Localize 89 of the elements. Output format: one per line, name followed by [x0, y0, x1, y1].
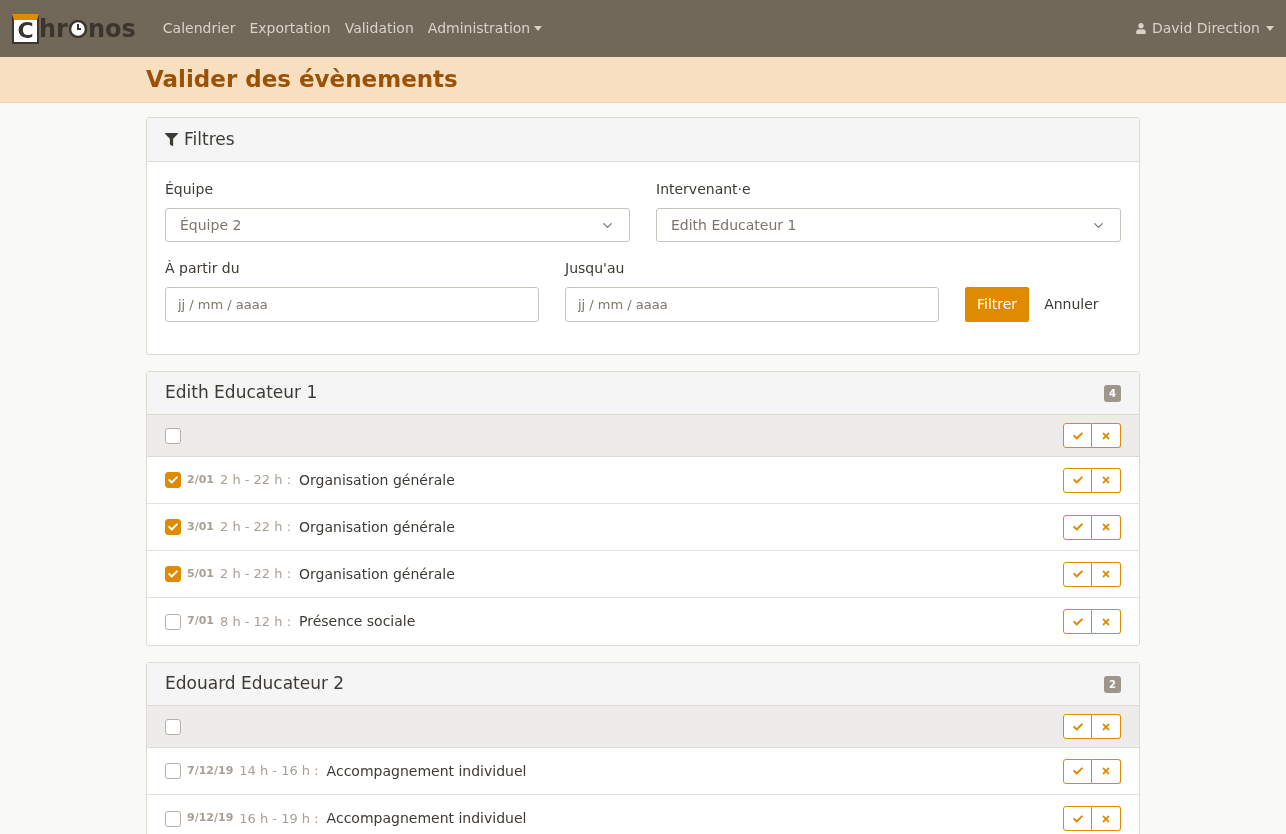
close-icon [1101, 721, 1111, 732]
validate-button[interactable] [1063, 514, 1092, 540]
field-label: Jusqu'au [565, 259, 626, 278]
check-icon [168, 569, 178, 579]
check-icon [1072, 616, 1083, 627]
validate-button[interactable] [1063, 467, 1092, 493]
caret-icon [1266, 26, 1274, 31]
close-icon [1101, 616, 1111, 627]
event-date: 3/01 [187, 518, 214, 535]
caret-icon [534, 26, 543, 31]
cancel-button[interactable]: Annuler [1044, 287, 1099, 322]
close-icon [1101, 522, 1111, 532]
reject-button[interactable] [1092, 758, 1121, 784]
field-label: Intervenant·e [656, 180, 752, 199]
date-field[interactable]: jj / mm / aaaa [165, 287, 539, 322]
check-icon [1072, 475, 1083, 485]
logo-text: nos [87, 16, 136, 41]
checkbox[interactable] [165, 810, 181, 827]
field-label: À partir du [165, 259, 241, 278]
event-title: Organisation générale [299, 564, 455, 584]
event-time: 2 h - 22 h : [220, 518, 291, 537]
clock-icon [68, 19, 87, 38]
event-time: 14 h - 16 h : [239, 762, 319, 781]
close-icon [1101, 766, 1111, 776]
close-icon [1101, 430, 1111, 441]
user-icon [1135, 23, 1146, 34]
event-title: Organisation générale [299, 470, 455, 490]
filter-button[interactable]: Filtrer [965, 287, 1030, 322]
close-icon [1101, 569, 1111, 579]
check-icon [1072, 430, 1083, 441]
event-title: Accompagnement individuel [326, 761, 527, 781]
checkbox[interactable] [165, 519, 181, 535]
close-icon [1101, 813, 1111, 824]
event-time: 8 h - 12 h : [220, 612, 291, 631]
validate-button[interactable] [1063, 806, 1092, 831]
group-name: Edouard Educateur 2 [165, 672, 345, 696]
nav-link[interactable]: Exportation [242, 18, 338, 39]
check-icon [1072, 569, 1083, 579]
reject-button[interactable] [1092, 467, 1121, 493]
validate-button[interactable] [1063, 609, 1092, 634]
page-title: Valider des évènements [146, 65, 458, 95]
reject-button[interactable] [1092, 514, 1121, 540]
reject-button[interactable] [1092, 609, 1121, 634]
check-icon [1072, 813, 1083, 824]
count-badge: 2 [1104, 675, 1121, 693]
checkbox[interactable] [165, 763, 181, 779]
close-icon [1101, 475, 1111, 485]
reject-button[interactable] [1092, 561, 1121, 587]
event-title: Présence sociale [299, 612, 416, 631]
card-title: Filtres [184, 127, 235, 151]
reject-button[interactable] [1092, 423, 1121, 448]
checkbox[interactable] [165, 566, 181, 582]
logo-letter: C [17, 19, 34, 42]
checkbox[interactable] [165, 613, 181, 630]
reject-button[interactable] [1092, 714, 1121, 739]
validate-button[interactable] [1063, 561, 1092, 587]
event-date: 7/01 [187, 613, 214, 630]
checkbox[interactable] [165, 718, 181, 735]
validate-button[interactable] [1063, 714, 1092, 739]
nav-link[interactable]: Validation [337, 18, 421, 39]
nav-link[interactable]: Calendrier [155, 18, 243, 39]
event-date: 7/12/19 [187, 762, 234, 779]
event-date: 9/12/19 [187, 810, 234, 827]
check-icon [168, 475, 178, 485]
field-label: Équipe [165, 180, 214, 199]
check-icon [168, 522, 178, 532]
event-title: Organisation générale [299, 517, 455, 537]
check-icon [1072, 522, 1083, 532]
group-name: Edith Educateur 1 [165, 381, 318, 405]
check-icon [1072, 721, 1083, 732]
validate-button[interactable] [1063, 758, 1092, 784]
checkbox[interactable] [165, 472, 181, 488]
date-field[interactable]: jj / mm / aaaa [565, 287, 939, 322]
event-title: Accompagnement individuel [326, 809, 527, 828]
event-date: 2/01 [187, 471, 214, 488]
event-date: 5/01 [187, 565, 214, 582]
event-time: 2 h - 22 h : [220, 471, 291, 490]
checkbox[interactable] [165, 427, 181, 444]
select-field[interactable]: Edith Educateur 1 [656, 208, 1121, 242]
nav-link[interactable]: Administration [420, 18, 550, 39]
filter-icon [165, 133, 178, 146]
user-menu[interactable]: David Direction [1135, 18, 1274, 39]
validate-button[interactable] [1063, 423, 1092, 448]
event-time: 2 h - 22 h : [220, 565, 291, 584]
select-field[interactable]: Équipe 2 [165, 208, 630, 242]
reject-button[interactable] [1092, 806, 1121, 831]
event-time: 16 h - 19 h : [239, 809, 319, 828]
check-icon [1072, 766, 1083, 776]
count-badge: 4 [1104, 384, 1121, 402]
